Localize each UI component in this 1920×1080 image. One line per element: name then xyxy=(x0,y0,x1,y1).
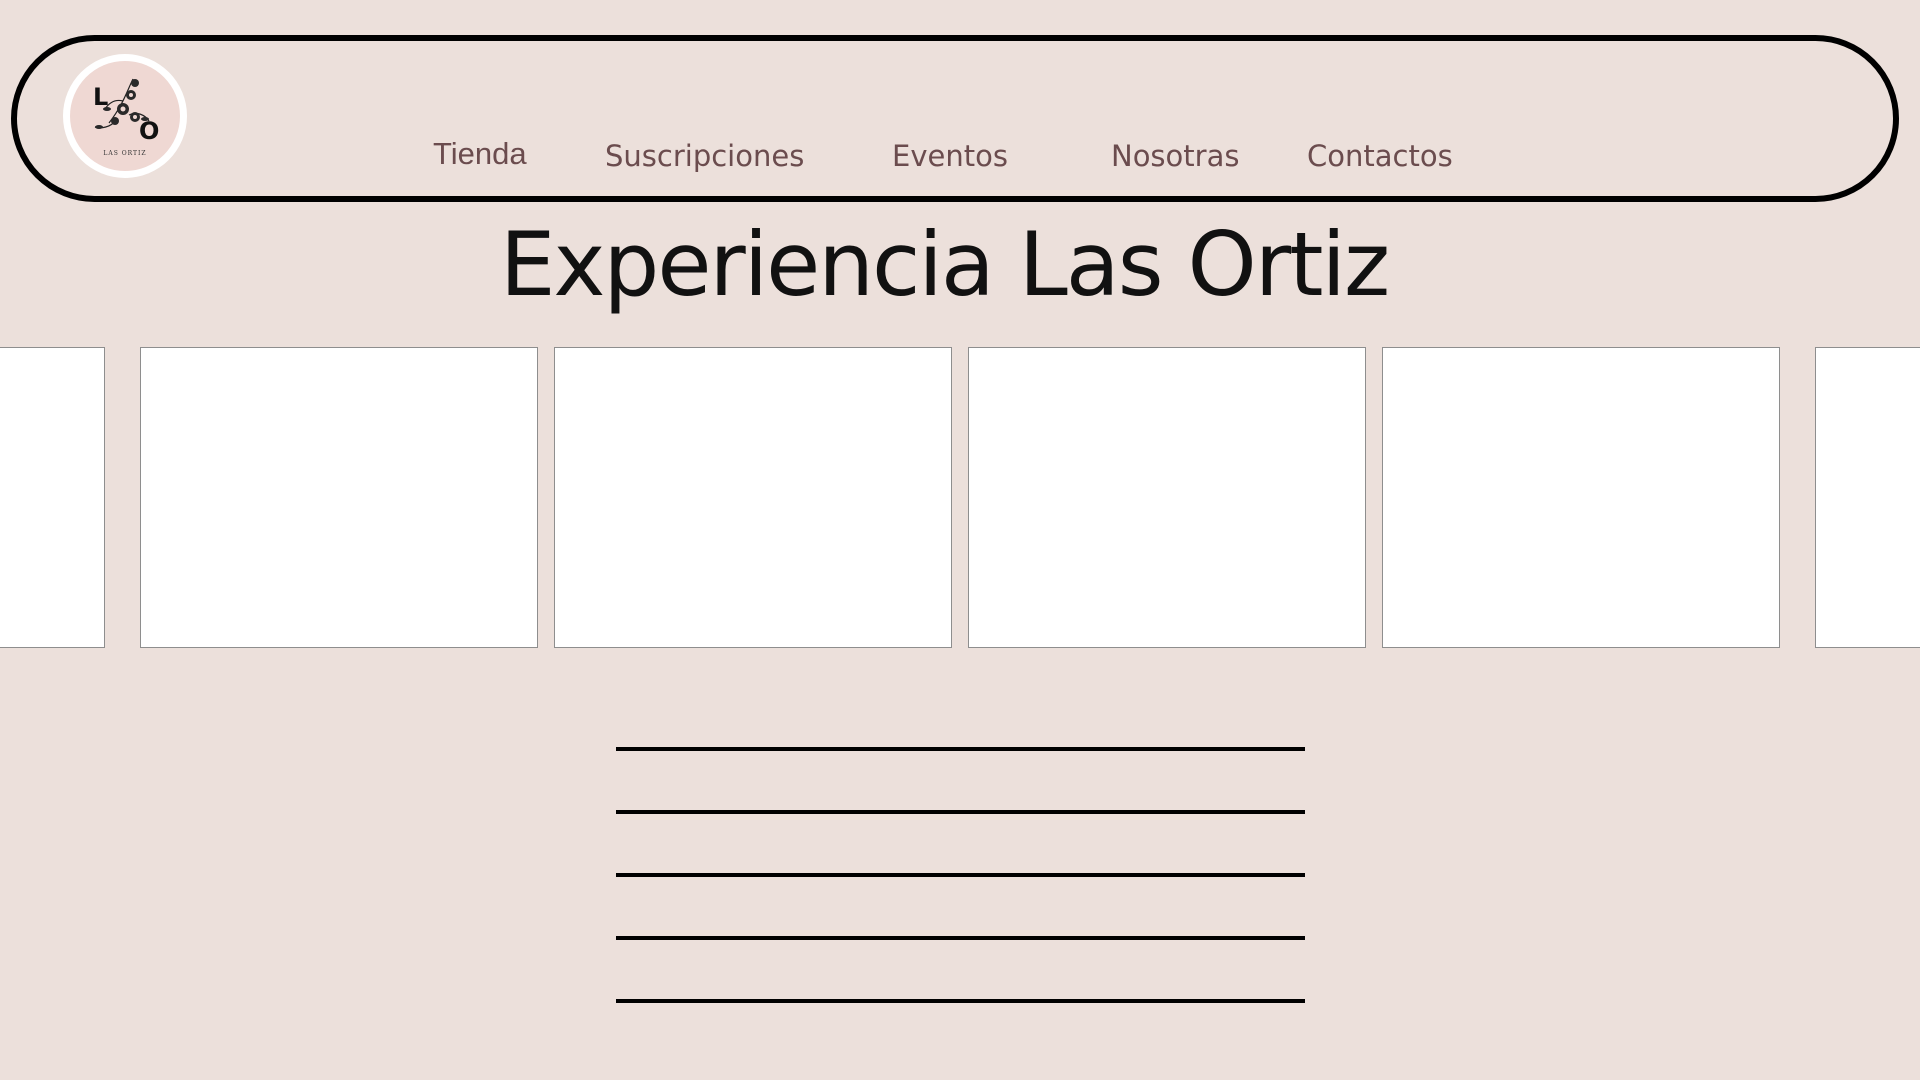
logo-letter-o: O xyxy=(139,117,160,145)
carousel-card-3[interactable] xyxy=(968,347,1366,648)
carousel-card-partial-right[interactable] xyxy=(1815,347,1920,648)
divider-line-4 xyxy=(616,936,1305,940)
nav-suscripciones[interactable]: Suscripciones xyxy=(605,138,804,174)
divider-line-2 xyxy=(616,810,1305,814)
logo-letter-l: L xyxy=(93,83,109,111)
nav-contactos[interactable]: Contactos xyxy=(1307,138,1453,174)
navbar xyxy=(11,35,1899,202)
carousel-card-partial-left[interactable] xyxy=(0,347,105,648)
logo-brand-text: LAS ORTIZ xyxy=(103,150,147,157)
logo-badge: L O LAS ORTIZ xyxy=(70,61,180,171)
carousel-card-1[interactable] xyxy=(140,347,538,648)
carousel-card-4[interactable] xyxy=(1382,347,1780,648)
page-title: Experiencia Las Ortiz xyxy=(499,213,1390,316)
nav-tienda[interactable]: Tienda xyxy=(433,136,527,172)
nav-nosotras[interactable]: Nosotras xyxy=(1111,138,1239,174)
carousel-card-2[interactable] xyxy=(554,347,952,648)
divider-line-3 xyxy=(616,873,1305,877)
divider-line-5 xyxy=(616,999,1305,1003)
logo[interactable]: L O LAS ORTIZ xyxy=(63,54,187,178)
divider-line-1 xyxy=(616,747,1305,751)
nav-eventos[interactable]: Eventos xyxy=(892,138,1008,174)
